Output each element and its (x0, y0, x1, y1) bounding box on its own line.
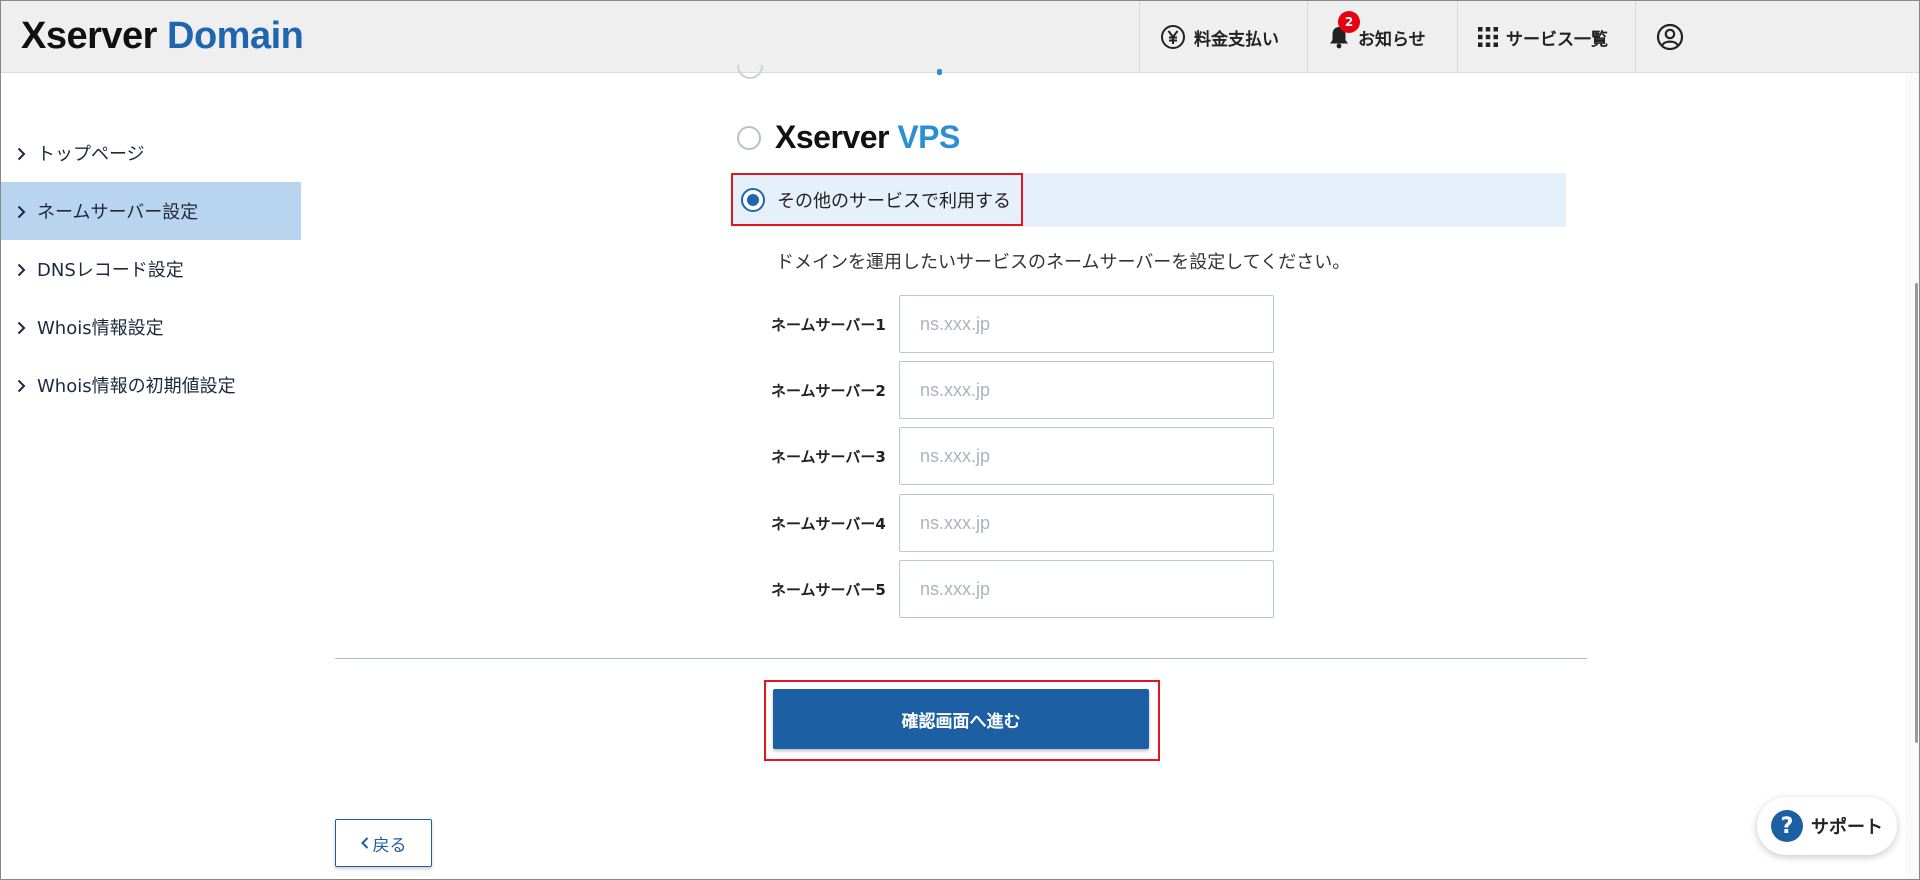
nameserver-description: ドメインを運用したいサービスのネームサーバーを設定してください。 (776, 252, 1351, 273)
nameserver-label: ネームサーバー4 (771, 514, 886, 533)
yen-icon (1160, 24, 1186, 50)
nameserver-label: ネームサーバー3 (771, 447, 886, 466)
scrollbar-thumb[interactable] (1915, 283, 1918, 743)
sidebar-nav: トップページ ネームサーバー設定 DNSレコード設定 Whois情報設定 Who… (1, 124, 301, 414)
nameserver-2-input[interactable] (899, 361, 1274, 419)
radio-option-other-service[interactable]: その他のサービスで利用する (731, 173, 1023, 226)
nameserver-label: ネームサーバー2 (771, 381, 886, 400)
radio-other-service[interactable] (741, 187, 765, 212)
chevron-left-icon (360, 837, 369, 849)
chevron-right-icon (17, 261, 26, 282)
notifications-nav-item[interactable]: 2 お知らせ (1307, 1, 1457, 73)
support-button[interactable]: ? サポート (1757, 797, 1897, 855)
chevron-right-icon (17, 203, 26, 224)
nameserver-4-input[interactable] (899, 494, 1274, 552)
bell-icon: 2 (1328, 11, 1360, 49)
chevron-right-icon (17, 145, 26, 166)
nameserver-row-1: ネームサーバー1 (771, 295, 1274, 353)
nameserver-row-5: ネームサーバー5 (771, 560, 1274, 618)
chevron-right-icon (17, 377, 26, 398)
grid-icon (1478, 27, 1498, 47)
sidebar-item-whois-settings[interactable]: Whois情報設定 (1, 298, 301, 356)
partial-logo-fragment (937, 69, 942, 75)
nameserver-label: ネームサーバー5 (771, 580, 886, 599)
nameserver-label: ネームサーバー1 (771, 315, 886, 334)
billing-nav-item[interactable]: 料金支払い (1139, 1, 1307, 73)
user-account-icon (1656, 23, 1684, 51)
back-button[interactable]: 戻る (335, 819, 432, 867)
nameserver-1-input[interactable] (899, 295, 1274, 353)
radio-xserver-vps[interactable] (737, 125, 761, 150)
nameserver-5-input[interactable] (899, 560, 1274, 618)
nameserver-3-input[interactable] (899, 427, 1274, 485)
account-nav-item[interactable] (1635, 1, 1715, 73)
section-divider (335, 658, 1587, 659)
services-nav-item[interactable]: サービス一覧 (1457, 1, 1635, 73)
notification-count-badge: 2 (1338, 11, 1360, 33)
sidebar-item-dns-record-settings[interactable]: DNSレコード設定 (1, 240, 301, 298)
nameserver-row-3: ネームサーバー3 (771, 427, 1274, 485)
chevron-right-icon (17, 319, 26, 340)
nameserver-row-2: ネームサーバー2 (771, 361, 1274, 419)
sidebar-item-whois-default-settings[interactable]: Whois情報の初期値設定 (1, 356, 301, 414)
nameserver-row-4: ネームサーバー4 (771, 494, 1274, 552)
xserver-domain-logo[interactable]: Xserver Domain (21, 15, 304, 58)
proceed-to-confirm-button[interactable]: 確認画面へ進む (773, 689, 1149, 749)
header: Xserver Domain 料金支払い 2 お知らせ サービス一覧 (1, 1, 1919, 73)
sidebar-item-nameserver-settings[interactable]: ネームサーバー設定 (1, 182, 301, 240)
question-icon: ? (1771, 810, 1803, 842)
xserver-vps-logo: Xserver VPS (775, 119, 960, 155)
sidebar-item-top-page[interactable]: トップページ (1, 124, 301, 182)
radio-option-xserver-vps[interactable]: Xserver VPS (737, 119, 960, 156)
